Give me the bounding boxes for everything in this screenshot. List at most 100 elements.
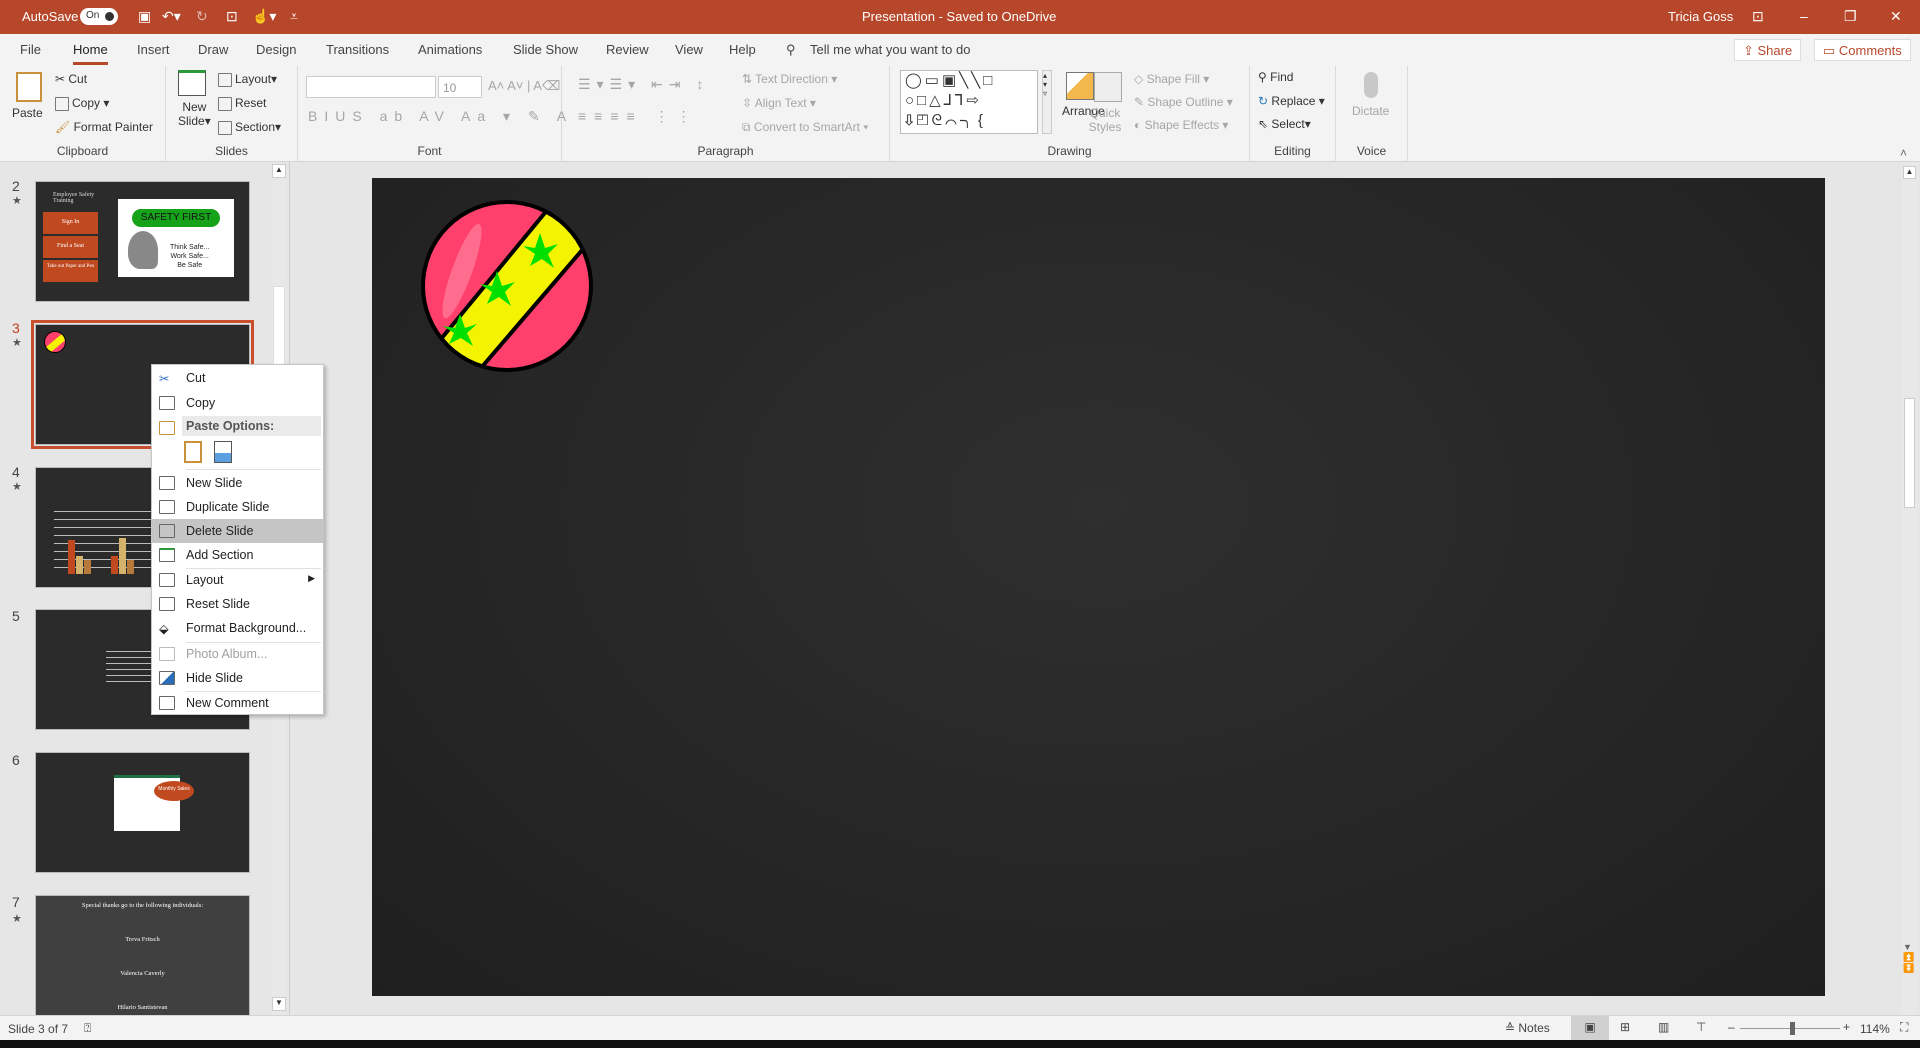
- menu-item-cut[interactable]: ✂ Cut: [152, 366, 323, 390]
- shape-effects-button[interactable]: ◐ Shape Effects ▾: [1134, 118, 1228, 132]
- tab-transitions[interactable]: Transitions: [326, 42, 389, 57]
- normal-view-icon[interactable]: ▣: [1571, 1016, 1609, 1040]
- align-buttons[interactable]: ≡≡≡≡ ⋮⋮: [578, 108, 699, 125]
- quick-styles-button[interactable]: Quick Styles: [1088, 72, 1122, 134]
- menu-item-copy[interactable]: Copy: [152, 391, 323, 415]
- notes-button[interactable]: ≙ Notes: [1505, 1021, 1550, 1035]
- font-size-controls[interactable]: A˄ A˅ | A⌫: [488, 78, 560, 94]
- spelling-icon[interactable]: ⍰: [84, 1021, 91, 1036]
- paint-bucket-icon: ⬙: [159, 622, 169, 636]
- start-from-beginning-icon[interactable]: ⊡: [226, 8, 238, 25]
- tab-view[interactable]: View: [675, 42, 703, 57]
- font-name-input[interactable]: [306, 76, 436, 98]
- zoom-in-icon[interactable]: +: [1843, 1020, 1850, 1034]
- new-slide-icon: [178, 70, 206, 96]
- share-button[interactable]: ⇪ Share: [1734, 39, 1802, 61]
- tab-review[interactable]: Review: [606, 42, 649, 57]
- find-button[interactable]: ⚲ Find: [1258, 70, 1293, 84]
- slide-thumbnail-2[interactable]: Employee Safety Training Sign In Find a …: [35, 181, 250, 302]
- comments-button[interactable]: ▭ Comments: [1814, 39, 1911, 61]
- menu-item-delete-slide[interactable]: Delete Slide: [152, 519, 323, 543]
- zoom-level[interactable]: 114%: [1860, 1022, 1890, 1036]
- cut-button[interactable]: ✂ Cut: [55, 72, 87, 86]
- customize-qat-icon[interactable]: ⩡: [290, 8, 298, 25]
- tab-file[interactable]: File: [20, 42, 41, 57]
- tab-animations[interactable]: Animations: [418, 42, 482, 57]
- reset-button[interactable]: Reset: [218, 96, 266, 111]
- select-button[interactable]: ⇖ Select▾: [1258, 117, 1311, 131]
- text-direction-button[interactable]: ⇅ Text Direction ▾: [742, 72, 837, 86]
- paste-keep-formatting-icon[interactable]: [184, 441, 202, 463]
- menu-item-duplicate-slide[interactable]: Duplicate Slide: [152, 495, 323, 519]
- redo-icon[interactable]: ↻: [196, 8, 208, 25]
- touch-mode-icon[interactable]: ☝▾: [252, 8, 276, 25]
- menu-item-layout[interactable]: Layout ▶: [152, 568, 323, 592]
- font-size-input[interactable]: 10: [438, 76, 482, 98]
- replace-button[interactable]: ↻ Replace ▾: [1258, 94, 1325, 108]
- slide-thumbnail-7[interactable]: Special thanks go to the following indiv…: [35, 895, 250, 1020]
- document-title[interactable]: Presentation - Saved to OneDrive: [862, 9, 1056, 24]
- tab-insert[interactable]: Insert: [137, 42, 170, 57]
- tab-slide-show[interactable]: Slide Show: [513, 42, 578, 57]
- zoom-out-icon[interactable]: –: [1728, 1020, 1735, 1034]
- shape-fill-button[interactable]: ◇ Shape Fill ▾: [1134, 72, 1209, 86]
- tab-design[interactable]: Design: [256, 42, 296, 57]
- format-painter-button[interactable]: 🖌 Format Painter: [55, 120, 153, 134]
- copy-button[interactable]: Copy ▾: [55, 96, 109, 111]
- drawing-group: ◯▭▣╲╲□ ○□△⅃⅂⇨ ⇩◰ᘓ⌒╮{ ▴ ▾ ▿ Arrange Quick Sty…: [890, 66, 1250, 162]
- slide-thumbnail-6[interactable]: Monthly Sales: [35, 752, 250, 873]
- quick-styles-icon: [1094, 72, 1122, 102]
- scroll-up-icon[interactable]: ▲: [272, 164, 286, 178]
- styles-label: Styles: [1088, 120, 1122, 134]
- minimize-icon[interactable]: –: [1800, 8, 1808, 24]
- scroll-up-icon[interactable]: ▲: [1903, 166, 1916, 179]
- slide-sorter-icon[interactable]: ⊞: [1620, 1020, 1630, 1034]
- smartart-button[interactable]: ⧉ Convert to SmartArt ▾: [742, 120, 868, 135]
- reading-view-icon[interactable]: ▥: [1658, 1020, 1669, 1034]
- collapse-ribbon-icon[interactable]: ˄: [1900, 146, 1907, 160]
- layout-button[interactable]: Layout▾: [218, 72, 277, 87]
- maximize-icon[interactable]: ❐: [1844, 8, 1857, 25]
- slideshow-icon[interactable]: ⊤: [1696, 1020, 1706, 1034]
- ball-image[interactable]: [417, 196, 597, 376]
- align-text-button[interactable]: ⇳ Align Text ▾: [742, 96, 816, 110]
- tab-draw[interactable]: Draw: [198, 42, 228, 57]
- find-label: Find: [1270, 70, 1294, 84]
- dictate-button[interactable]: Dictate: [1352, 72, 1389, 118]
- zoom-slider-thumb[interactable]: [1790, 1022, 1796, 1035]
- save-icon[interactable]: ▣: [138, 8, 151, 25]
- previous-slide-icon[interactable]: ▼ ⏫ ⏬: [1903, 942, 1914, 974]
- editor-scrollbar[interactable]: ▲ ▼ ⏫ ⏬: [1902, 162, 1918, 1015]
- scroll-thumb[interactable]: [1904, 398, 1915, 508]
- menu-item-add-section[interactable]: Add Section: [152, 543, 323, 567]
- menu-item-hide-slide[interactable]: Hide Slide: [152, 666, 323, 690]
- close-icon[interactable]: ✕: [1890, 8, 1902, 25]
- font-format-buttons[interactable]: BIUS ab AV Aa ▾ ✎ A: [308, 108, 573, 125]
- paste-button[interactable]: Paste: [12, 72, 43, 120]
- menu-item-reset-slide[interactable]: Reset Slide: [152, 592, 323, 616]
- ribbon-display-icon[interactable]: ⊡: [1752, 8, 1764, 25]
- list-buttons[interactable]: ☰▾☰▾ ⇤⇥ ↕: [578, 76, 709, 93]
- zoom-slider[interactable]: [1740, 1022, 1840, 1035]
- thumb-title: Employee Safety Training: [53, 192, 95, 204]
- text-direction-label: Text Direction: [755, 72, 828, 86]
- tell-me-input[interactable]: Tell me what you want to do: [810, 42, 970, 57]
- tab-help[interactable]: Help: [729, 42, 756, 57]
- paste-as-picture-icon[interactable]: [214, 441, 232, 463]
- fit-to-window-icon[interactable]: ⛶: [1900, 1020, 1908, 1035]
- head-icon: [128, 231, 158, 269]
- menu-item-format-background[interactable]: ⬙ Format Background...: [152, 616, 323, 640]
- menu-item-new-slide[interactable]: New Slide: [152, 471, 323, 495]
- shape-outline-button[interactable]: ✎ Shape Outline ▾: [1134, 95, 1233, 109]
- search-icon[interactable]: ⚲: [786, 42, 796, 58]
- menu-item-new-comment[interactable]: New Comment: [152, 691, 323, 715]
- section-button[interactable]: Section▾: [218, 120, 281, 135]
- undo-icon[interactable]: ↶▾: [162, 8, 181, 25]
- shapes-gallery[interactable]: ◯▭▣╲╲□ ○□△⅃⅂⇨ ⇩◰ᘓ⌒╮{: [900, 70, 1038, 134]
- user-name[interactable]: Tricia Goss: [1668, 9, 1733, 24]
- scroll-down-icon[interactable]: ▼: [272, 997, 286, 1011]
- tab-home[interactable]: Home: [73, 42, 108, 65]
- autosave-toggle[interactable]: On: [80, 8, 118, 25]
- new-slide-button[interactable]: New Slide▾: [178, 70, 211, 128]
- slide-canvas[interactable]: [372, 178, 1825, 996]
